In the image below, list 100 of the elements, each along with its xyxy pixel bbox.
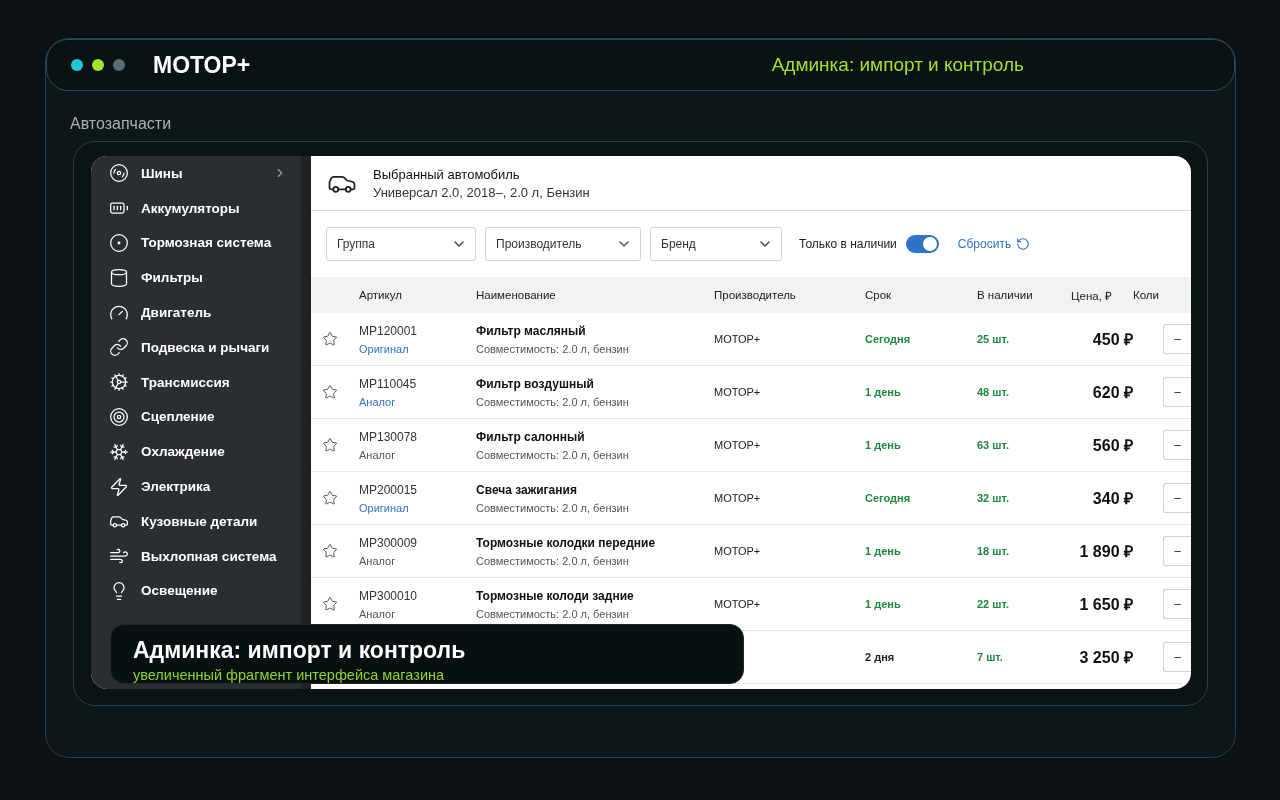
article-number: MP200015	[359, 482, 419, 497]
sidebar-item[interactable]: Аккумуляторы	[91, 190, 301, 226]
section-label: Автозапчасти	[70, 115, 172, 133]
caption-title: Админка: импорт и контроль	[133, 637, 467, 664]
article-number: MP120001	[359, 323, 419, 338]
delivery-term: 2 дня	[865, 651, 896, 663]
tire-icon	[109, 163, 129, 184]
window-controls-icon	[71, 59, 125, 71]
price: 620 ₽	[1092, 383, 1133, 403]
delivery-term: 1 день	[865, 439, 902, 451]
vehicle-title: Выбранный автомобиль	[373, 166, 521, 182]
vehicle-description: Универсал 2.0, 2018–, 2.0 л, Бензин	[373, 184, 590, 200]
manufacturer-cell-text: МОТОР+	[714, 598, 762, 610]
part-type-label: Аналог	[359, 554, 397, 567]
manufacturer-cell-text: МОТОР+	[714, 492, 762, 504]
stock-count: 18 шт.	[977, 545, 1010, 557]
stock-count: 22 шт.	[977, 598, 1010, 610]
stock-count: 32 шт.	[977, 492, 1010, 504]
part-name: Свеча зажигания	[476, 482, 578, 497]
price: 1 650 ₽	[1079, 595, 1133, 615]
price: 1 890 ₽	[1079, 542, 1133, 562]
article-number: MP300009	[359, 535, 419, 550]
part-name: Фильтр салонный	[476, 429, 586, 444]
snowflake-icon	[109, 441, 129, 462]
column-header: Производитель	[714, 289, 796, 301]
price: 450 ₽	[1092, 330, 1133, 350]
part-name: Тормозные колоди задние	[476, 588, 635, 603]
lightning-icon	[109, 476, 129, 497]
price: 340 ₽	[1092, 489, 1133, 509]
column-header: Наименование	[476, 289, 556, 301]
part-type-label: Аналог	[359, 395, 397, 408]
article-number: MP300010	[359, 588, 419, 603]
compatibility-text: Совместимость: 2.0 л, бензин	[476, 501, 630, 514]
part-name: Фильтр воздушный	[476, 376, 595, 391]
sidebar-item[interactable]: Шины	[91, 156, 301, 191]
filter-dropdown[interactable]: Группа	[326, 227, 476, 261]
sidebar-item[interactable]: Трансмиссия	[91, 364, 301, 400]
gear-icon	[109, 372, 129, 393]
article-number: MP110045	[359, 376, 418, 391]
disc-icon	[109, 233, 129, 253]
sidebar-item[interactable]: Сцепление	[91, 399, 301, 435]
compatibility-text: Совместимость: 2.0 л, бензин	[476, 554, 630, 567]
delivery-term: Сегодня	[865, 333, 912, 345]
stock-count: 25 шт.	[977, 333, 1010, 345]
filter-dropdown[interactable]: Производитель	[485, 227, 641, 261]
manufacturer-cell-text: МОТОР+	[714, 439, 762, 451]
compatibility-text: Совместимость: 2.0 л, бензин	[476, 448, 630, 461]
tagline: Админка: импорт и контроль	[771, 54, 1024, 76]
column-header: Срок	[865, 289, 892, 301]
delivery-term: Сегодня	[865, 492, 912, 504]
compatibility-text: Совместимость: 2.0 л, бензин	[476, 607, 630, 620]
column-header: Коли	[1133, 289, 1159, 301]
price: 560 ₽	[1092, 436, 1133, 456]
part-type-label: Аналог	[359, 607, 397, 620]
reset-icon	[1016, 237, 1031, 251]
cylinder-icon	[109, 267, 129, 288]
part-name: Тормозные колодки передние	[476, 535, 657, 550]
link-icon	[109, 337, 129, 358]
decrease-button[interactable]: −	[1163, 589, 1191, 619]
column-header: Цена, ₽	[1071, 288, 1113, 303]
sidebar-item[interactable]: Освещение	[91, 573, 301, 609]
stock-count: 48 шт.	[977, 386, 1010, 398]
delivery-term: 1 день	[865, 598, 902, 610]
article-number: MP130078	[359, 429, 419, 444]
caption-subtitle: увеличенный фрагмент интерфейса магазина	[133, 667, 446, 683]
filter-dropdown[interactable]: Бренд	[650, 227, 782, 261]
delivery-term: 1 день	[865, 386, 902, 398]
compatibility-text: Совместимость: 2.0 л, бензин	[476, 395, 630, 408]
sidebar-item[interactable]: Двигатель	[91, 295, 301, 330]
column-header: В наличии	[977, 289, 1033, 301]
stock-count: 7 шт.	[977, 651, 1004, 663]
stock-count: 63 шт.	[977, 439, 1010, 451]
part-type-label: Оригинал	[359, 342, 410, 355]
compatibility-text: Совместимость: 2.0 л, бензин	[476, 342, 630, 355]
manufacturer-cell-text: МОТОР+	[714, 386, 762, 398]
sidebar-item[interactable]: Выхлопная система	[91, 538, 301, 574]
sidebar-item[interactable]: Тормозная система	[91, 225, 301, 261]
manufacturer-cell-text: МОТОР+	[714, 545, 762, 557]
decrease-button[interactable]: −	[1163, 483, 1191, 513]
part-type-label: Аналог	[359, 448, 397, 461]
sidebar-item[interactable]: Фильтры	[91, 260, 301, 296]
delivery-term: 1 день	[865, 545, 902, 557]
brand-name: МОТОР+	[153, 51, 251, 79]
column-header: Артикул	[359, 289, 402, 301]
sidebar-item[interactable]: Охлаждение	[91, 434, 301, 470]
part-name: Фильтр масляный	[476, 323, 587, 338]
price: 3 250 ₽	[1079, 648, 1133, 668]
reset-button[interactable]: Сбросить	[957, 237, 1031, 251]
sidebar-item[interactable]: Кузовные детали	[91, 503, 301, 539]
decrease-button[interactable]: −	[1163, 324, 1191, 354]
decrease-button[interactable]: −	[1163, 536, 1191, 566]
manufacturer-cell-text: МОТОР+	[714, 333, 762, 345]
target-icon	[109, 406, 129, 427]
decrease-button[interactable]: −	[1163, 377, 1191, 407]
sidebar-item[interactable]: Электрика	[91, 469, 301, 504]
sidebar-item[interactable]: Подвеска и рычаги	[91, 330, 301, 365]
in-stock-toggle[interactable]	[905, 235, 939, 253]
part-type-label: Оригинал	[359, 501, 410, 514]
decrease-button[interactable]: −	[1163, 642, 1191, 672]
decrease-button[interactable]: −	[1163, 430, 1191, 460]
